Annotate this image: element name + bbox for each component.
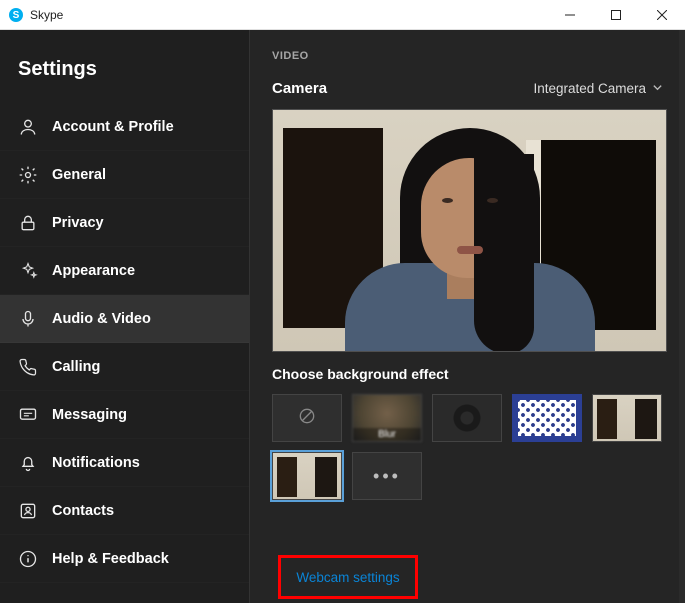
sidebar-item-label: Notifications [52,455,140,471]
window-controls [547,0,685,29]
sidebar-item-contacts[interactable]: Contacts [0,487,249,535]
lock-icon [18,213,38,233]
sidebar-item-general[interactable]: General [0,151,249,199]
sidebar-item-label: Calling [52,359,100,375]
webcam-settings-link[interactable]: Webcam settings [296,570,399,585]
gear-icon [18,165,38,185]
sidebar-item-audio-video[interactable]: Audio & Video [0,295,249,343]
microphone-icon [18,309,38,329]
effect-room-2-selected[interactable] [272,452,342,500]
sidebar-item-calling[interactable]: Calling [0,343,249,391]
chevron-down-icon [652,81,663,96]
bell-icon [18,453,38,473]
scrollbar-track[interactable] [679,30,685,603]
effect-pattern-dark[interactable] [432,394,502,442]
camera-preview [272,109,667,352]
sidebar-item-notifications[interactable]: Notifications [0,439,249,487]
close-button[interactable] [639,0,685,29]
settings-sidebar: Settings Account & Profile General Priva… [0,30,250,603]
settings-heading: Settings [0,30,249,103]
more-icon: ••• [373,452,401,500]
sidebar-item-help-feedback[interactable]: Help & Feedback [0,535,249,583]
titlebar: S Skype [0,0,685,30]
minimize-button[interactable] [547,0,593,29]
content-pane: VIDEO Camera Integrated Camera [250,30,685,603]
none-icon [297,406,317,431]
sidebar-item-appearance[interactable]: Appearance [0,247,249,295]
maximize-button[interactable] [593,0,639,29]
sparkle-icon [18,261,38,281]
sidebar-item-label: Audio & Video [52,311,151,327]
webcam-settings-highlight: Webcam settings [278,555,418,599]
effect-room-1[interactable] [592,394,662,442]
sidebar-item-label: Help & Feedback [52,551,169,567]
sidebar-item-label: Privacy [52,215,104,231]
camera-select[interactable]: Integrated Camera [533,81,663,96]
camera-selected-value: Integrated Camera [533,81,646,96]
section-label-video: VIDEO [272,50,663,62]
sidebar-item-label: General [52,167,106,183]
person-icon [18,117,38,137]
contacts-icon [18,501,38,521]
skype-logo-icon: S [8,7,24,23]
camera-heading: Camera [272,80,327,97]
effect-blur-caption: Blur [353,428,421,441]
info-icon [18,549,38,569]
sidebar-item-label: Appearance [52,263,135,279]
sidebar-item-label: Contacts [52,503,114,519]
effect-blur[interactable]: Blur [352,394,422,442]
svg-text:S: S [13,10,20,21]
sidebar-item-label: Account & Profile [52,119,174,135]
sidebar-item-label: Messaging [52,407,127,423]
message-icon [18,405,38,425]
sidebar-item-messaging[interactable]: Messaging [0,391,249,439]
background-effect-heading: Choose background effect [272,366,663,382]
app-title: Skype [30,8,63,22]
background-effects-grid: Blur ••• [272,394,667,500]
sidebar-item-account-profile[interactable]: Account & Profile [0,103,249,151]
effect-none[interactable] [272,394,342,442]
effect-decor-blue[interactable] [512,394,582,442]
effect-more[interactable]: ••• [352,452,422,500]
sidebar-item-privacy[interactable]: Privacy [0,199,249,247]
phone-icon [18,357,38,377]
